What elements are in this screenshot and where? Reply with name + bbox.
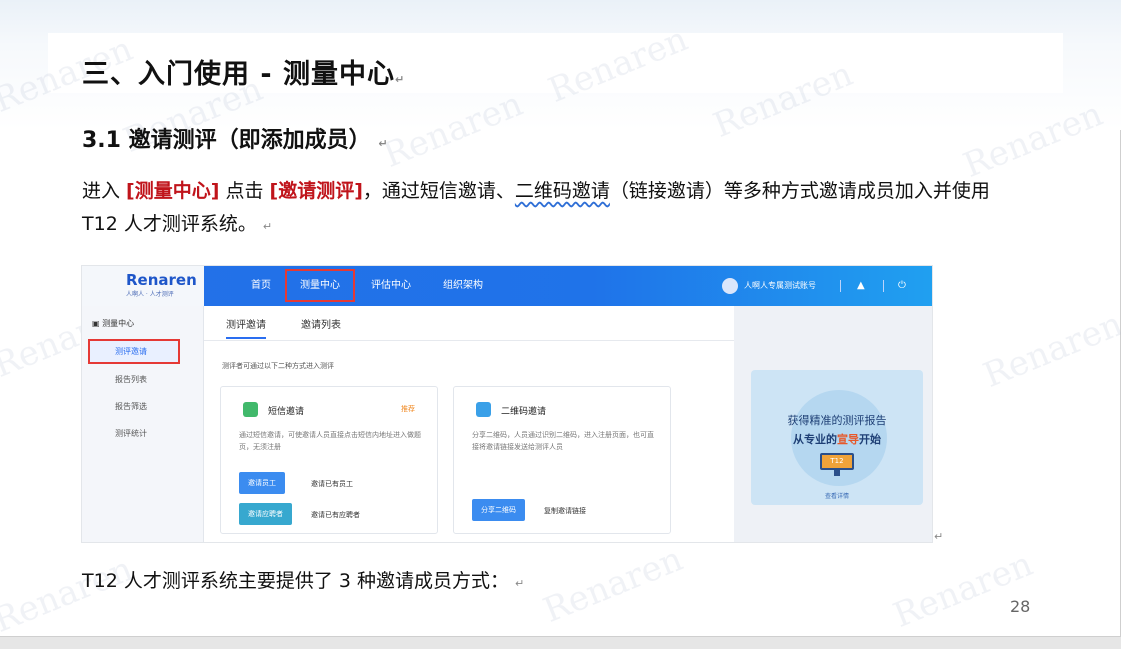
- page-number: 28: [1010, 597, 1031, 616]
- nav-evaluation-center[interactable]: 评估中心: [371, 266, 411, 306]
- recommend-badge: 推荐: [401, 405, 415, 413]
- sub-heading: 3.1 邀请测评（即添加成员） ↵: [82, 128, 388, 153]
- nav-org-structure[interactable]: 组织架构: [443, 266, 483, 306]
- sidebar-item-invite[interactable]: 测评邀请: [88, 339, 180, 364]
- promo-subtitle: 从专业的宣导开始: [793, 433, 881, 446]
- underlined-term: 二维码邀请: [514, 180, 610, 202]
- bottom-bar: [0, 637, 1121, 649]
- sidebar-item-report-filter[interactable]: 报告筛选: [115, 401, 147, 412]
- intro-paragraph: 进入 [测量中心] 点击 [邀请测评]，通过短信邀请、二维码邀请（链接邀请）等多…: [82, 180, 990, 235]
- view-details-link[interactable]: 查看详情: [751, 491, 923, 500]
- app-screenshot: Renaren 人啊人 · 人才测评 首页 测量中心 评估中心 组织架构 人啊人…: [81, 265, 933, 543]
- return-mark: ↵: [934, 530, 944, 543]
- sms-invite-card: 短信邀请 推荐 通过短信邀请，可使邀请人员直接点击短信内地址进入做题页，无须注册…: [220, 386, 438, 534]
- summary-text: T12 人才测评系统主要提供了 3 种邀请成员方式： ↵: [82, 570, 525, 592]
- nav-measure-center[interactable]: 测量中心: [285, 269, 355, 302]
- highlight-invite-assessment: [邀请测评]: [269, 180, 363, 202]
- sidebar-item-report-list[interactable]: 报告列表: [115, 374, 147, 385]
- section-heading: 三、入门使用 - 测量中心↵: [82, 59, 406, 90]
- highlight-measure-center: [测量中心]: [126, 180, 220, 202]
- app-topbar: Renaren 人啊人 · 人才测评 首页 测量中心 评估中心 组织架构 人啊人…: [82, 266, 932, 306]
- watermark: Renaren: [887, 544, 1039, 636]
- avatar[interactable]: [722, 278, 738, 294]
- invite-existing-candidate-link[interactable]: 邀请已有应聘者: [311, 510, 360, 520]
- qr-invite-card: 二维码邀请 分享二维码，人员通过识别二维码，进入注册页面，也可直接将邀请链接发送…: [453, 386, 671, 534]
- promo-title: 获得精准的测评报告: [787, 414, 887, 427]
- hint-text: 测评者可通过以下二种方式进入测评: [222, 362, 334, 370]
- nav-home[interactable]: 首页: [251, 266, 271, 306]
- watermark: Renaren: [537, 539, 689, 631]
- invite-existing-employee-link[interactable]: 邀请已有员工: [311, 479, 353, 489]
- copy-invite-link[interactable]: 复制邀请链接: [544, 506, 586, 516]
- qr-card-desc: 分享二维码，人员通过识别二维码，进入注册页面，也可直接将邀请链接发送给测评人员: [472, 431, 654, 451]
- slide: Renaren Renaren Renaren Renaren Renaren …: [0, 0, 1121, 641]
- share-qr-button[interactable]: 分享二维码: [472, 499, 525, 521]
- people-icon: [476, 402, 491, 417]
- promo-banner[interactable]: 获得精准的测评报告 从专业的宣导开始 T12 查看详情: [751, 370, 923, 505]
- sms-card-title: 短信邀请: [268, 407, 305, 417]
- app-content: 测评邀请 邀请列表 测评者可通过以下二种方式进入测评 短信邀请 推荐 通过短信邀…: [204, 306, 734, 542]
- user-name[interactable]: 人啊人专属测试账号: [744, 266, 816, 306]
- app-logo[interactable]: Renaren: [126, 273, 197, 288]
- watermark: Renaren: [0, 549, 139, 641]
- grid-icon: ▣: [92, 319, 100, 328]
- sidebar-item-statistics[interactable]: 测评统计: [115, 428, 147, 439]
- invite-candidate-button[interactable]: 邀请应聘者: [239, 503, 292, 525]
- bell-icon[interactable]: ▲: [857, 266, 865, 306]
- watermark: Renaren: [977, 304, 1121, 396]
- tab-invite-list[interactable]: 邀请列表: [301, 316, 341, 331]
- invite-employee-button[interactable]: 邀请员工: [239, 472, 285, 494]
- sidebar-title: ▣ 测量中心: [92, 319, 135, 328]
- app-sidebar: ▣ 测量中心 测评邀请 报告列表 报告筛选 测评统计: [82, 306, 204, 542]
- app-logo-subtitle: 人啊人 · 人才测评: [126, 291, 174, 298]
- chat-icon: [243, 402, 258, 417]
- monitor-icon: T12: [820, 453, 854, 470]
- tab-invite[interactable]: 测评邀请: [226, 316, 266, 339]
- power-icon[interactable]: ⏻: [898, 266, 906, 306]
- qr-card-title: 二维码邀请: [501, 407, 547, 417]
- sms-card-desc: 通过短信邀请，可使邀请人员直接点击短信内地址进入做题页，无须注册: [239, 431, 421, 451]
